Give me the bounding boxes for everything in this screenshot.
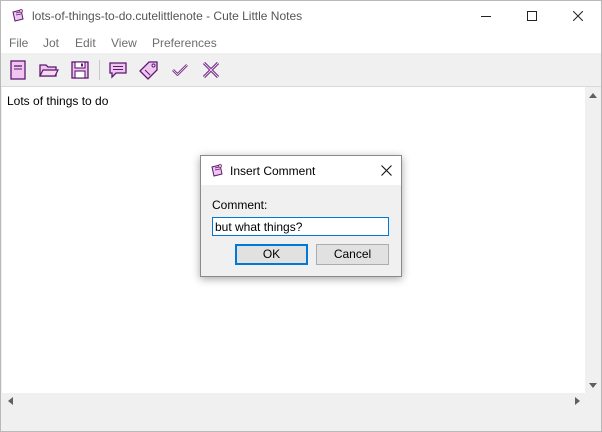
title-bar: lots-of-things-to-do.cutelittlenote - Cu… xyxy=(1,1,601,31)
app-logo-icon xyxy=(10,8,26,24)
scroll-right-button[interactable] xyxy=(569,393,585,409)
toolbar-separator xyxy=(99,60,100,80)
menu-bar: File Jot Edit View Preferences xyxy=(1,31,601,53)
cancel-button[interactable]: Cancel xyxy=(316,244,389,265)
open-folder-icon xyxy=(39,64,59,77)
dialog-close-button[interactable] xyxy=(371,156,401,185)
status-bar xyxy=(1,411,601,431)
new-note-icon xyxy=(10,60,26,80)
scroll-up-icon xyxy=(589,92,597,98)
insert-comment-icon xyxy=(109,62,127,79)
cross-icon xyxy=(202,61,220,79)
scroll-right-icon xyxy=(574,397,580,405)
menu-jot[interactable]: Jot xyxy=(43,36,59,50)
toolbar xyxy=(1,54,601,87)
note-text[interactable]: Lots of things to do xyxy=(7,94,108,108)
close-icon xyxy=(573,11,583,21)
new-note-button[interactable] xyxy=(7,59,29,81)
accept-button[interactable] xyxy=(169,59,191,81)
ok-button[interactable]: OK xyxy=(235,244,308,265)
menu-edit[interactable]: Edit xyxy=(75,36,96,50)
save-button[interactable] xyxy=(69,59,91,81)
scroll-left-button[interactable] xyxy=(2,393,18,409)
maximize-button[interactable] xyxy=(509,1,555,31)
dialog-app-icon xyxy=(209,163,225,179)
dialog-title: Insert Comment xyxy=(230,164,316,178)
close-icon xyxy=(380,165,392,176)
menu-preferences[interactable]: Preferences xyxy=(152,36,217,50)
check-icon xyxy=(172,64,188,76)
scrollbar-corner xyxy=(585,393,601,409)
vertical-scrollbar[interactable] xyxy=(585,87,601,393)
tag-button[interactable] xyxy=(138,59,160,81)
comment-label: Comment: xyxy=(212,198,268,212)
scroll-down-icon xyxy=(589,382,597,388)
dialog-title-bar: Insert Comment xyxy=(201,156,401,185)
menu-view[interactable]: View xyxy=(111,36,137,50)
scroll-up-button[interactable] xyxy=(585,87,601,103)
menu-file[interactable]: File xyxy=(9,36,28,50)
open-button[interactable] xyxy=(38,59,60,81)
insert-comment-dialog: Insert Comment Comment: OK Cancel xyxy=(200,155,402,277)
maximize-icon xyxy=(527,11,537,21)
minimize-button[interactable] xyxy=(463,1,509,31)
close-button[interactable] xyxy=(555,1,601,31)
minimize-icon xyxy=(481,16,491,17)
scroll-down-button[interactable] xyxy=(585,377,601,393)
scroll-left-icon xyxy=(7,397,13,405)
save-disk-icon xyxy=(71,61,89,79)
reject-button[interactable] xyxy=(200,59,222,81)
comment-input[interactable] xyxy=(212,217,389,236)
tag-icon xyxy=(139,61,158,80)
horizontal-scrollbar[interactable] xyxy=(2,393,585,409)
insert-comment-button[interactable] xyxy=(107,59,129,81)
window-title: lots-of-things-to-do.cutelittlenote - Cu… xyxy=(32,9,303,23)
